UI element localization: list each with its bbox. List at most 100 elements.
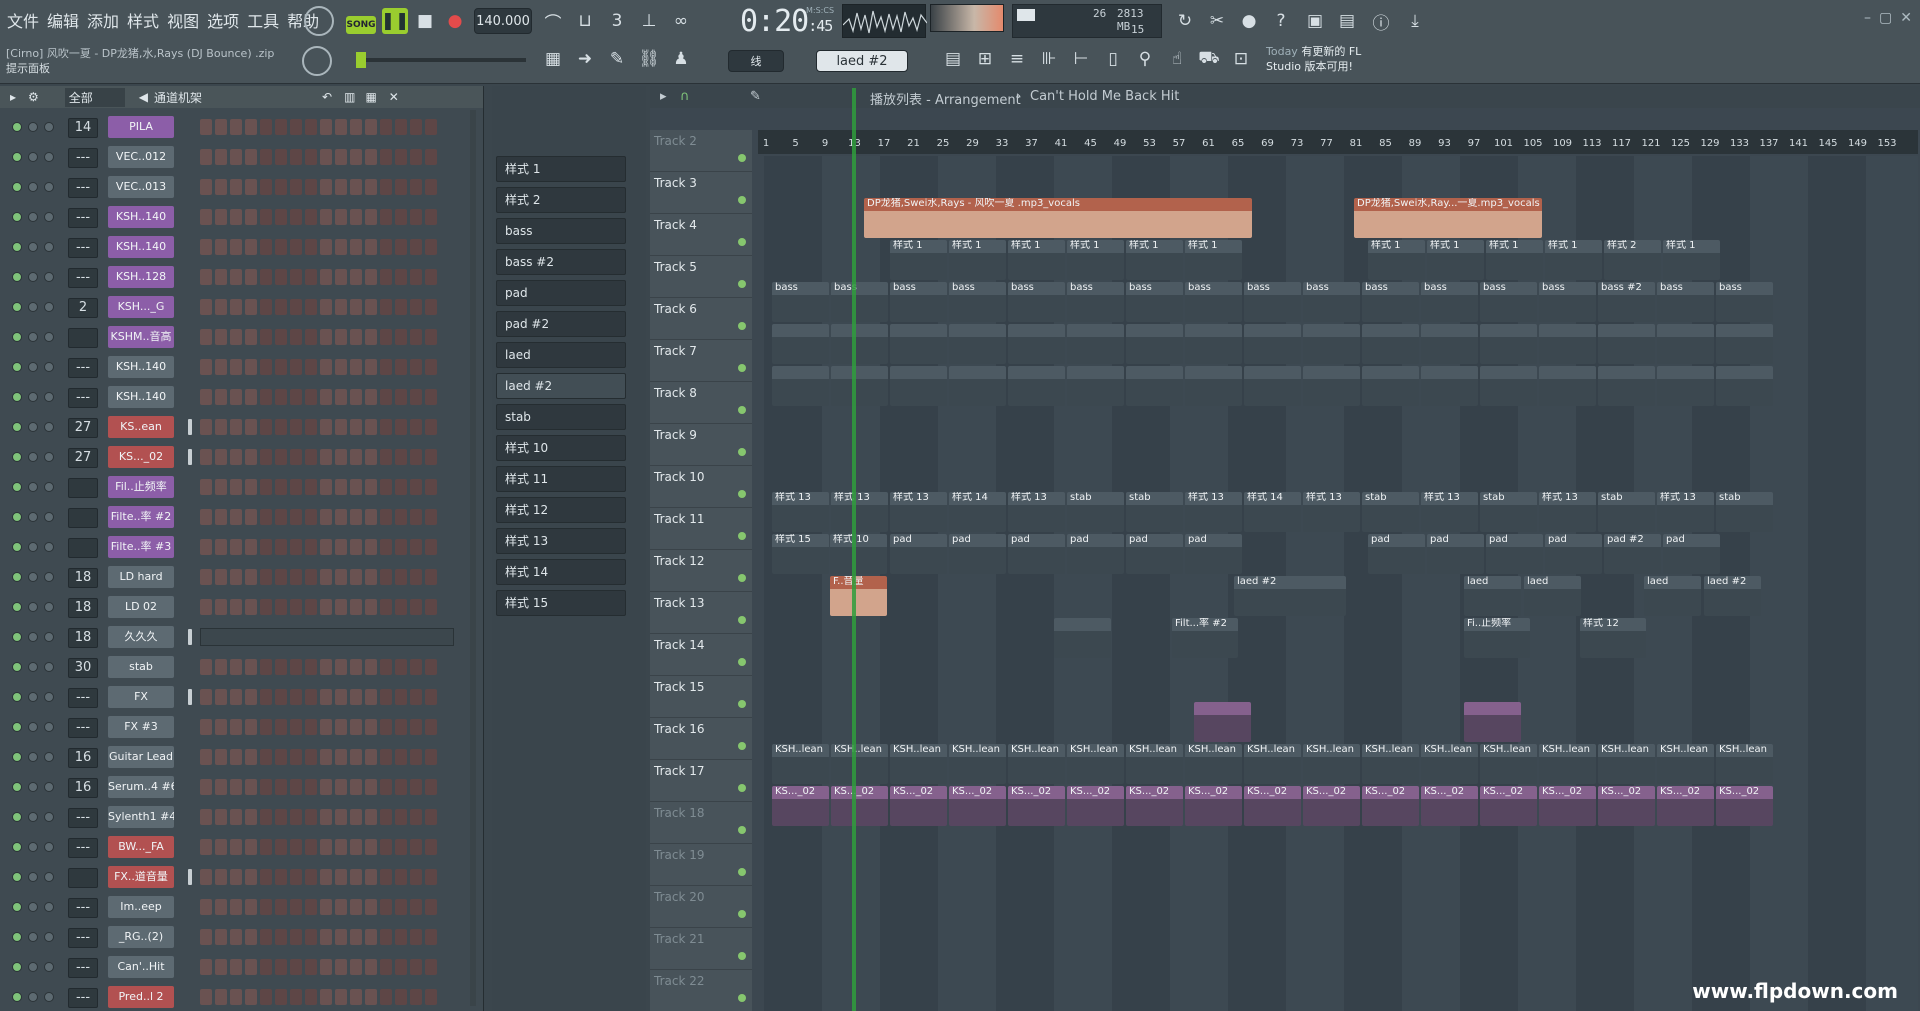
mute-led[interactable] xyxy=(12,722,22,732)
step-button[interactable] xyxy=(395,419,407,435)
step-button[interactable] xyxy=(215,239,227,255)
step-button[interactable] xyxy=(395,839,407,855)
playlist-clip[interactable]: bass xyxy=(1244,282,1301,322)
mixer-track-number[interactable]: --- xyxy=(68,808,98,828)
step-button[interactable] xyxy=(215,719,227,735)
volume-knob[interactable] xyxy=(44,392,54,402)
step-button[interactable] xyxy=(215,779,227,795)
step-button[interactable] xyxy=(380,839,392,855)
step-button[interactable] xyxy=(365,419,377,435)
step-button[interactable] xyxy=(320,539,332,555)
playlist-clip[interactable] xyxy=(831,366,888,406)
step-button[interactable] xyxy=(350,929,362,945)
volume-knob[interactable] xyxy=(44,932,54,942)
rack-close-icon[interactable]: ✕ xyxy=(389,90,399,104)
step-button[interactable] xyxy=(380,119,392,135)
step-button[interactable] xyxy=(275,179,287,195)
channel-row[interactable]: FX..道音量 xyxy=(0,862,484,892)
step-button[interactable] xyxy=(335,509,347,525)
playlist-clip[interactable]: bass xyxy=(831,282,888,322)
channel-row[interactable]: --- KSH..140 xyxy=(0,202,484,232)
step-button[interactable] xyxy=(395,179,407,195)
step-button[interactable] xyxy=(230,449,242,465)
step-button[interactable] xyxy=(290,299,302,315)
channel-name-button[interactable]: KS..ean xyxy=(108,416,174,438)
step-button[interactable] xyxy=(305,749,317,765)
step-button[interactable] xyxy=(275,809,287,825)
playlist-clip[interactable] xyxy=(1421,366,1478,406)
step-button[interactable] xyxy=(425,839,437,855)
track-enable-led[interactable] xyxy=(738,742,746,750)
step-button[interactable] xyxy=(260,179,272,195)
step-button[interactable] xyxy=(230,959,242,975)
step-button[interactable] xyxy=(200,929,212,945)
step-button[interactable] xyxy=(425,719,437,735)
step-button[interactable] xyxy=(425,239,437,255)
mixer-track-number[interactable]: --- xyxy=(68,178,98,198)
playlist-clip[interactable]: KSH..lean xyxy=(1008,744,1065,784)
step-button[interactable] xyxy=(290,809,302,825)
step-button[interactable] xyxy=(305,899,317,915)
step-button[interactable] xyxy=(245,959,257,975)
step-button[interactable] xyxy=(260,839,272,855)
mixer-track-number[interactable]: 16 xyxy=(68,778,98,798)
playlist-clip[interactable] xyxy=(890,324,947,364)
step-button[interactable] xyxy=(350,749,362,765)
step-button[interactable] xyxy=(365,959,377,975)
step-button[interactable] xyxy=(380,809,392,825)
playlist-clip[interactable]: KS..._02 xyxy=(1657,786,1714,826)
step-button[interactable] xyxy=(200,749,212,765)
step-button[interactable] xyxy=(215,209,227,225)
step-button[interactable] xyxy=(335,179,347,195)
step-button[interactable] xyxy=(350,269,362,285)
volume-knob[interactable] xyxy=(44,482,54,492)
step-button[interactable] xyxy=(215,449,227,465)
step-button[interactable] xyxy=(335,209,347,225)
playlist-clip[interactable]: 样式 1 xyxy=(1486,240,1543,280)
playlist-clip[interactable]: F..音量 xyxy=(830,576,887,616)
mixer-track-number[interactable]: 2 xyxy=(68,298,98,318)
step-button[interactable] xyxy=(320,179,332,195)
playlist-clip[interactable]: KSH..lean xyxy=(1421,744,1478,784)
channel-name-button[interactable]: KSH..140 xyxy=(108,386,174,408)
step-button[interactable] xyxy=(425,869,437,885)
step-button[interactable] xyxy=(365,509,377,525)
loop-record-icon[interactable]: ∞ xyxy=(668,8,694,34)
track-header[interactable]: Track 7 xyxy=(650,340,752,382)
step-button[interactable] xyxy=(215,119,227,135)
step-button[interactable] xyxy=(200,599,212,615)
step-button[interactable] xyxy=(275,389,287,405)
step-button[interactable] xyxy=(395,809,407,825)
playlist-clip[interactable]: stab xyxy=(1480,492,1537,532)
mixer-track-number[interactable] xyxy=(68,478,98,498)
track-header[interactable]: Track 9 xyxy=(650,424,752,466)
step-button[interactable] xyxy=(320,119,332,135)
playlist-clip[interactable]: 样式 1 xyxy=(1427,240,1484,280)
pan-knob[interactable] xyxy=(28,242,38,252)
step-button[interactable] xyxy=(350,479,362,495)
channel-select-indicator[interactable] xyxy=(188,419,192,435)
step-button[interactable] xyxy=(215,329,227,345)
step-button[interactable] xyxy=(350,389,362,405)
step-button[interactable] xyxy=(380,749,392,765)
step-button[interactable] xyxy=(290,239,302,255)
playlist-clip[interactable]: bass xyxy=(949,282,1006,322)
step-button[interactable] xyxy=(380,719,392,735)
channel-row[interactable]: --- KSH..128 xyxy=(0,262,484,292)
step-button[interactable] xyxy=(230,779,242,795)
step-button[interactable] xyxy=(290,779,302,795)
step-button[interactable] xyxy=(350,779,362,795)
playlist-clip[interactable] xyxy=(772,324,829,364)
step-button[interactable] xyxy=(305,839,317,855)
step-button[interactable] xyxy=(200,239,212,255)
mixer-track-number[interactable]: 30 xyxy=(68,658,98,678)
playlist-clip[interactable]: 样式 1 xyxy=(1126,240,1183,280)
mute-led[interactable] xyxy=(12,812,22,822)
step-button[interactable] xyxy=(410,959,422,975)
pattern-item[interactable]: 样式 11 xyxy=(496,466,626,492)
pan-knob[interactable] xyxy=(28,662,38,672)
track-enable-led[interactable] xyxy=(738,616,746,624)
track-header[interactable]: Track 6 xyxy=(650,298,752,340)
channel-row[interactable]: 18 LD hard xyxy=(0,562,484,592)
step-button[interactable] xyxy=(275,719,287,735)
